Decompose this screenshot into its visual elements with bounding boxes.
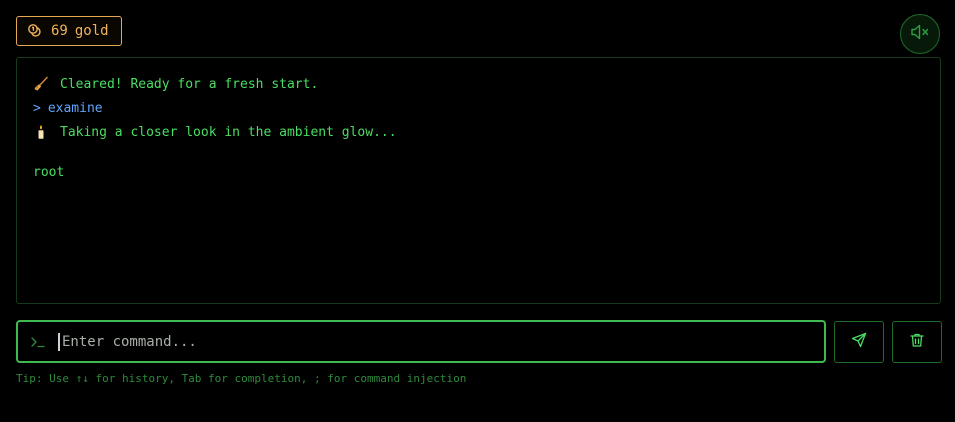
command-input-container	[16, 320, 826, 363]
terminal-output: Cleared! Ready for a fresh start. > exam…	[16, 57, 941, 304]
send-icon	[851, 332, 867, 352]
terminal-line: Cleared! Ready for a fresh start.	[33, 72, 924, 96]
candle-icon	[33, 124, 53, 140]
mute-icon	[910, 23, 930, 45]
gold-amount: 69	[51, 23, 68, 39]
send-button[interactable]	[834, 321, 884, 363]
coins-icon	[27, 23, 43, 39]
terminal-line-text: root	[33, 164, 65, 180]
terminal-prompt-icon	[30, 335, 50, 349]
terminal-command-line: > examine	[33, 96, 924, 120]
terminal-line: root	[33, 160, 924, 184]
mute-button[interactable]	[900, 14, 940, 54]
terminal-spacer	[33, 144, 924, 160]
command-input[interactable]	[58, 332, 824, 351]
terminal-line: Taking a closer look in the ambient glow…	[33, 120, 924, 144]
command-text: examine	[47, 100, 103, 116]
gold-badge: 69 gold	[16, 16, 122, 46]
terminal-line-text: Taking a closer look in the ambient glow…	[60, 124, 397, 140]
gold-label: gold	[74, 23, 109, 39]
clear-button[interactable]	[892, 321, 942, 363]
terminal-line-text: Cleared! Ready for a fresh start.	[60, 76, 319, 92]
game-terminal-page: 69 gold Cleared! Ready for a fresh start…	[0, 0, 955, 422]
trash-icon	[909, 332, 925, 352]
tip-text: Tip: Use ↑↓ for history, Tab for complet…	[16, 372, 467, 385]
broom-icon	[33, 76, 53, 92]
command-prompt: >	[33, 100, 41, 116]
